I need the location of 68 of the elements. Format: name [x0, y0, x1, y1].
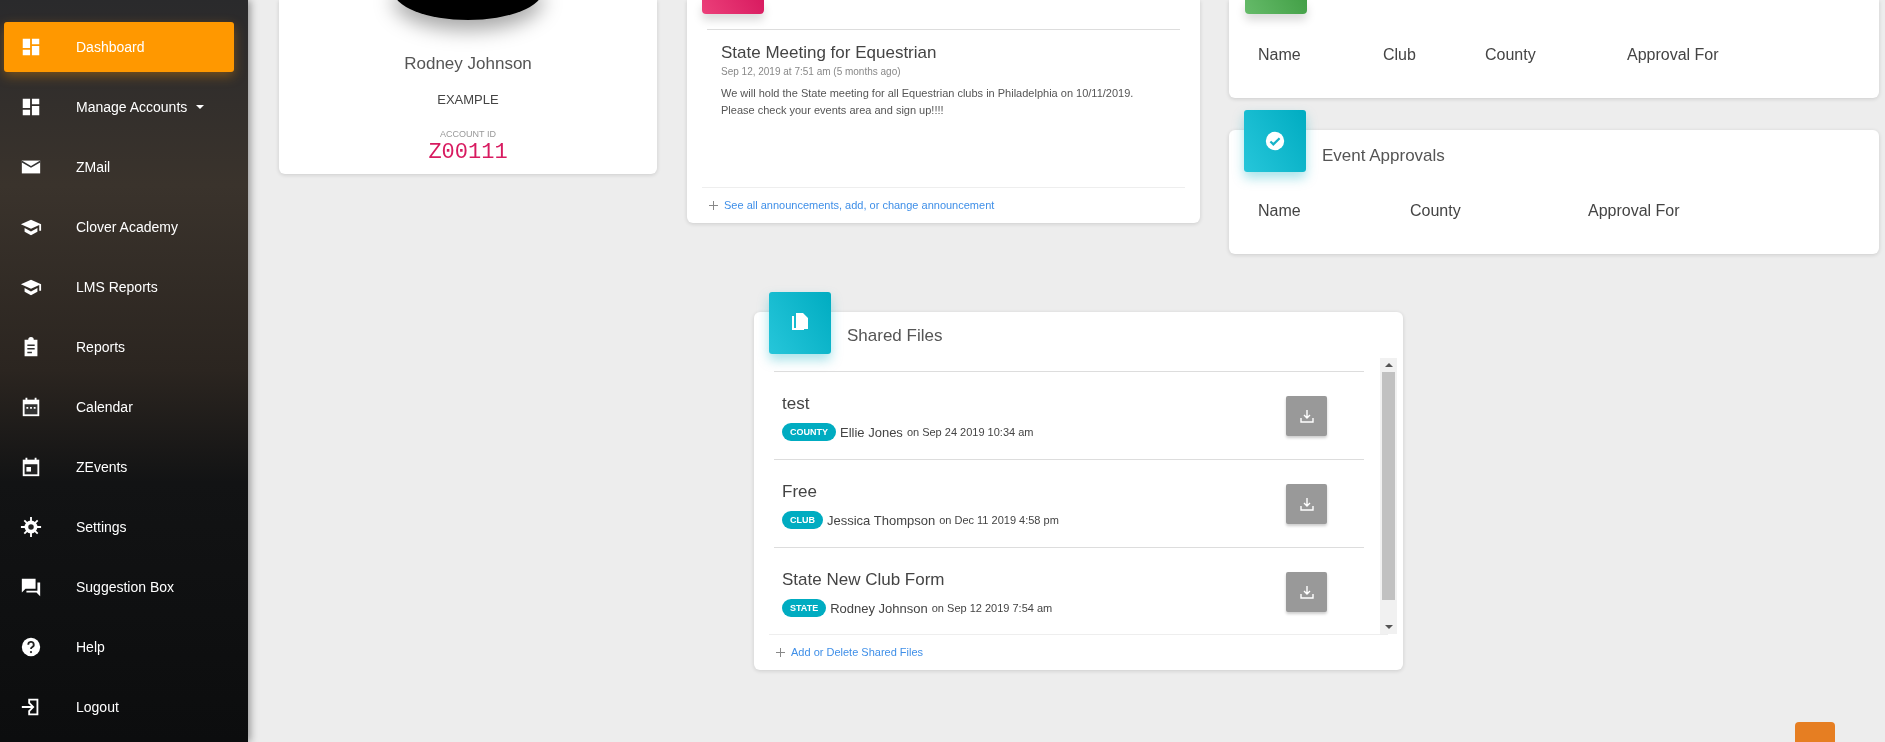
download-button[interactable]: [1286, 484, 1327, 524]
dashboard-icon: [20, 36, 42, 58]
profile-name: Rodney Johnson: [404, 54, 532, 74]
calendar-icon: [20, 396, 42, 418]
file-date: on Sep 12 2019 7:54 am: [931, 602, 1053, 614]
file-author: Ellie Jones: [840, 424, 903, 440]
menu-label: LMS Reports: [76, 279, 158, 295]
column-header: Approval For: [1627, 46, 1720, 64]
download-icon: [1299, 585, 1314, 599]
menu-label: Help: [76, 639, 105, 655]
menu-item[interactable]: LMS Reports: [4, 262, 234, 312]
file-name: State New Club Form: [782, 570, 946, 590]
menu-label: Settings: [76, 519, 127, 535]
card-title: Shared Files: [847, 326, 943, 346]
file-date: on Dec 11 2019 4:58 pm: [939, 514, 1059, 526]
download-button[interactable]: [1286, 572, 1327, 612]
menu-label: ZEvents: [76, 459, 128, 475]
menu-item[interactable]: ZEvents: [4, 442, 234, 492]
dashboard-icon: [20, 96, 42, 118]
chat-bubbles-icon: [20, 576, 42, 598]
menu-item[interactable]: ZMail: [4, 142, 234, 192]
column-header: County: [1410, 202, 1462, 220]
download-icon: [1299, 497, 1314, 511]
menu-item[interactable]: Manage Accounts: [4, 82, 234, 132]
menu-label: Reports: [76, 339, 126, 355]
file-author: Jessica Thompson: [827, 512, 936, 528]
account-id-label: ACCOUNT ID: [440, 129, 496, 139]
file-date: on Sep 24 2019 10:34 am: [906, 426, 1034, 438]
settings-icon: [20, 516, 42, 538]
announcement-date: Sep 12, 2019 at 7:51 am (5 months ago): [721, 66, 902, 77]
level-tag: STATE: [782, 599, 827, 617]
column-header: County: [1485, 46, 1537, 64]
column-header: Name: [1258, 202, 1302, 220]
level-tag: COUNTY: [782, 423, 836, 441]
calendar-icon: [20, 456, 42, 478]
announcement-title: State Meeting for Equestrian: [721, 43, 938, 63]
menu-label: Manage Accounts: [76, 99, 188, 115]
shared-files-link[interactable]: Add or Delete Shared Files: [776, 646, 924, 658]
column-header: Approval For: [1588, 202, 1681, 220]
menu-label: Dashboard: [76, 39, 145, 55]
menu-label: ZMail: [76, 159, 111, 175]
menu-item[interactable]: Logout: [4, 682, 234, 732]
menu-label: Clover Academy: [76, 219, 178, 235]
menu-item[interactable]: Help: [4, 622, 234, 672]
file-name: Free: [782, 482, 818, 502]
menu-item[interactable]: Calendar: [4, 382, 234, 432]
download-button[interactable]: [1286, 396, 1327, 436]
approvals-icon-tile: [1245, 0, 1307, 14]
menu-item[interactable]: Reports: [4, 322, 234, 372]
scrollbar[interactable]: [1380, 358, 1397, 634]
menu-item[interactable]: Settings: [4, 502, 234, 552]
menu-label: Suggestion Box: [76, 579, 175, 595]
menu-label: Logout: [76, 699, 119, 715]
account-id: Z00111: [428, 140, 508, 165]
download-icon: [1299, 409, 1314, 423]
menu-item[interactable]: Suggestion Box: [4, 562, 234, 612]
level-tag: CLUB: [782, 511, 823, 529]
menu-label: Calendar: [76, 399, 133, 415]
menu-item[interactable]: Clover Academy: [4, 202, 234, 252]
help-icon: [20, 636, 42, 658]
announcement-text: We will hold the State meeting for all Equestrian clubs in Philadelphia on 10/11/2019. Please check your events area and sign up!!!!: [721, 86, 1135, 118]
profile-role: EXAMPLE: [437, 92, 499, 107]
column-header: Club: [1383, 46, 1417, 64]
card-title: Event Approvals: [1322, 146, 1445, 166]
file-name: test: [782, 394, 811, 414]
column-header: Name: [1258, 46, 1302, 64]
announcements-icon-tile: [702, 0, 764, 14]
file-author: Rodney Johnson: [830, 600, 928, 616]
